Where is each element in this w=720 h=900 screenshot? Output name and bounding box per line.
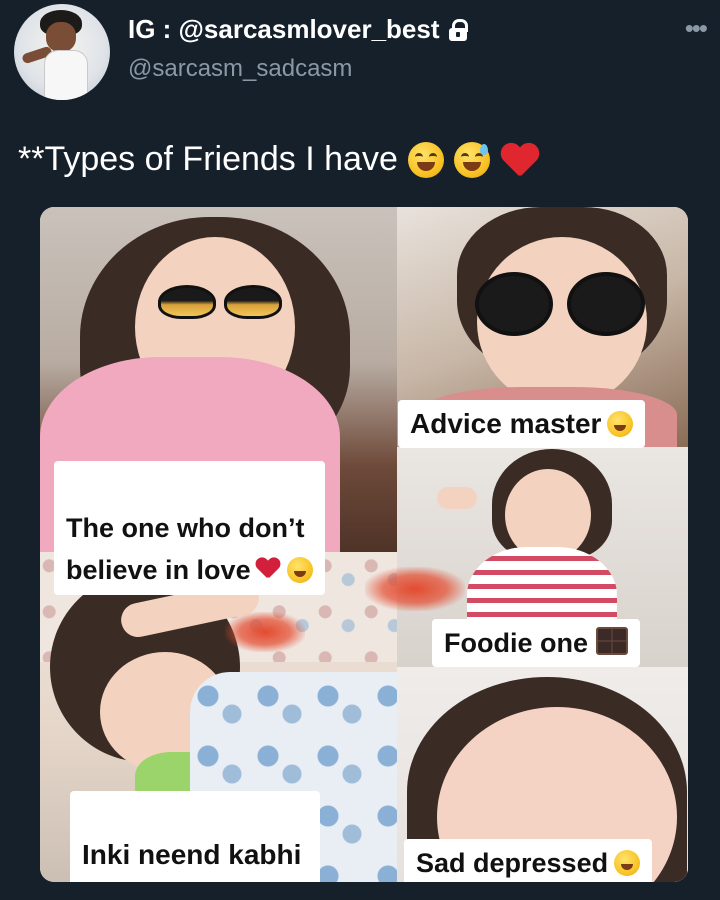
- caption-foodie: Foodie one: [432, 619, 640, 667]
- lock-icon: [448, 18, 468, 41]
- red-scribble: [225, 612, 305, 652]
- tweet-text: **Types of Friends I have: [18, 140, 398, 178]
- grinning-face-with-sweat-icon: [607, 411, 634, 437]
- face-with-tears-of-joy-icon: [614, 850, 641, 876]
- caption-sleep: Inki neend kabhi puri nahin hoti: [70, 791, 321, 882]
- caption-sad: Sad depressed: [404, 839, 653, 882]
- tweet-text-row: **Types of Friends I have: [18, 140, 540, 179]
- caption-advice-text: Advice master: [410, 408, 602, 439]
- more-icon[interactable]: •••: [685, 15, 708, 41]
- user-handle[interactable]: @sarcasm_sadcasm: [128, 55, 352, 83]
- grinning-squinting-face-icon: [407, 141, 444, 178]
- caption-foodie-text: Foodie one: [444, 628, 588, 658]
- bento-box-icon: [596, 627, 628, 655]
- round-sunglasses-icon: [475, 272, 645, 336]
- caption-sleep-text: Inki neend kabhi puri nahin hoti: [82, 839, 302, 882]
- hand-shape: [437, 487, 477, 509]
- display-name-row[interactable]: IG : @sarcasmlover_best: [128, 14, 468, 45]
- tweet-media-image[interactable]: Advice master The one who don’t believe …: [40, 207, 688, 882]
- caption-advice: Advice master: [398, 400, 646, 448]
- broken-heart-icon: [255, 558, 281, 582]
- avatar-body: [44, 50, 88, 100]
- grinning-face-with-sweat-icon: [453, 141, 490, 178]
- face-with-tears-of-joy-icon: [286, 557, 313, 583]
- caption-sad-text: Sad depressed: [416, 848, 609, 878]
- cat-eye-glasses-icon: [158, 285, 282, 319]
- red-heart-icon: [500, 142, 540, 178]
- display-name[interactable]: IG : @sarcasmlover_best: [128, 14, 440, 45]
- red-scribble: [365, 567, 465, 611]
- avatar[interactable]: [14, 4, 110, 100]
- caption-love: The one who don’t believe in love: [54, 461, 325, 595]
- avatar-face: [46, 22, 76, 52]
